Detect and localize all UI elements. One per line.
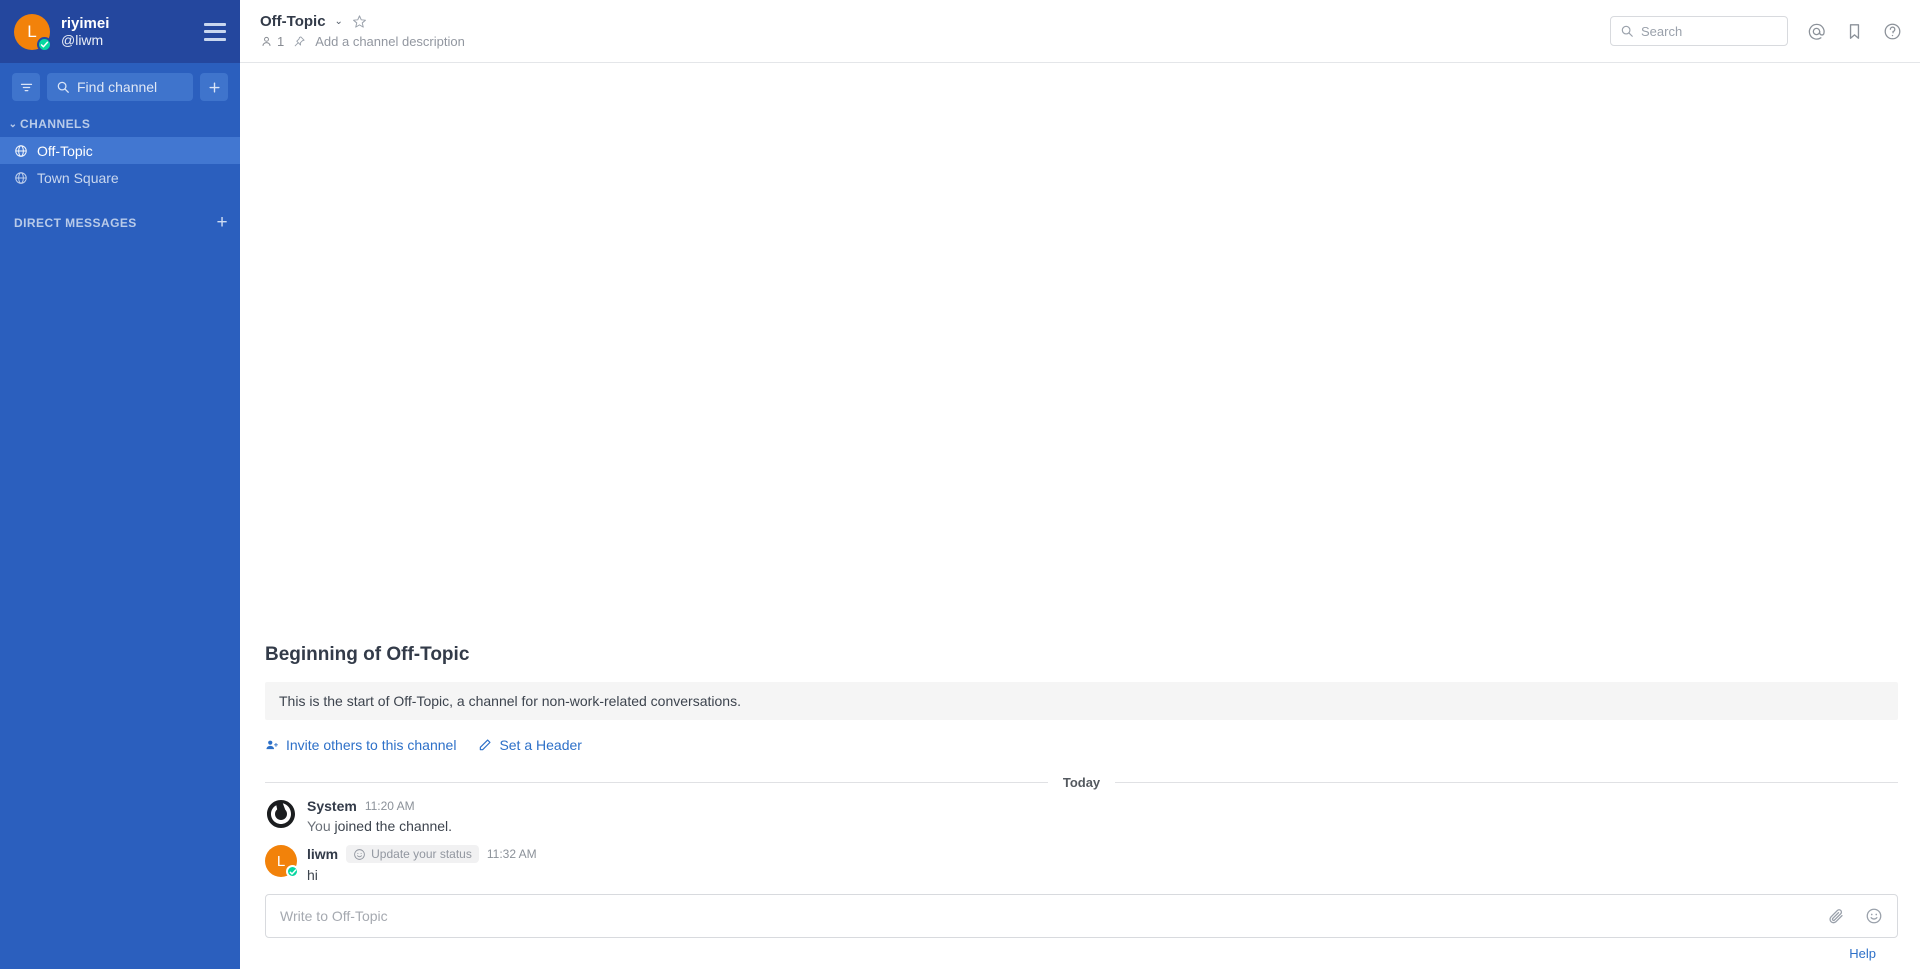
divider-line-left (265, 781, 1048, 783)
team-display-name: riyimei (61, 14, 110, 32)
category-label: CHANNELS (20, 117, 91, 131)
sidebar-tools: Find channel (0, 63, 240, 109)
day-divider-label: Today (1062, 774, 1101, 790)
post-list: Beginning of Off-Topic This is the start… (240, 63, 1920, 888)
channel-description[interactable]: Add a channel description (315, 34, 465, 49)
globe-icon (15, 171, 27, 184)
help-link[interactable]: Help (1849, 946, 1876, 961)
page-title[interactable]: Off-Topic (260, 13, 326, 30)
invite-others-button[interactable]: Invite others to this channel (265, 737, 456, 753)
add-user-icon (266, 740, 278, 749)
team-header[interactable]: L riyimei @liwm (0, 0, 240, 63)
app-root: L riyimei @liwm Find channel ⌄ CHANNELS … (0, 0, 1920, 969)
set-header-label: Set a Header (499, 736, 582, 753)
post-message: hi (307, 867, 318, 884)
search-input[interactable]: Search (1610, 16, 1788, 46)
day-divider: Today (265, 774, 1899, 790)
post-row: System 11:20 AM You joined the channel. (240, 790, 1920, 837)
emoji-smile-icon (354, 848, 365, 860)
member-count-value: 1 (277, 34, 285, 49)
sidebar-item-off-topic[interactable]: Off-Topic (0, 137, 240, 164)
channel-header-left: Off-Topic ⌄ 1 Add a channel description (260, 13, 465, 49)
status-online-icon (286, 865, 299, 879)
footer-row: Help (265, 938, 1898, 969)
post-row: L liwm Update your status 11:32 AM hi (240, 837, 1920, 886)
paperclip-icon[interactable] (1827, 907, 1845, 925)
add-direct-message-icon[interactable]: + (216, 213, 228, 232)
avatar[interactable]: L (265, 845, 299, 879)
channel-header-right: Search (1610, 16, 1902, 46)
message-input[interactable]: Write to Off-Topic (265, 894, 1898, 938)
main-content: Off-Topic ⌄ 1 Add a channel description (240, 0, 1920, 969)
sidebar-item-town-square[interactable]: Town Square (0, 164, 240, 191)
sidebar-item-label: Off-Topic (37, 142, 93, 159)
sidebar: L riyimei @liwm Find channel ⌄ CHANNELS … (0, 0, 240, 969)
post-body: System 11:20 AM You joined the channel. (307, 798, 1898, 837)
find-channel-input[interactable]: Find channel (47, 73, 193, 101)
chevron-down-icon[interactable]: ⌄ (335, 16, 343, 27)
set-header-button[interactable]: Set a Header (478, 737, 582, 753)
post-message-bold: joined the channel. (334, 818, 453, 835)
channel-subheader: 1 Add a channel description (260, 34, 465, 49)
post-meta: liwm Update your status 11:32 AM (307, 845, 1898, 864)
post-timestamp: 11:32 AM (486, 847, 537, 862)
search-placeholder: Search (1641, 23, 1683, 39)
pin-icon[interactable] (293, 35, 306, 48)
post-body: liwm Update your status 11:32 AM hi (307, 845, 1898, 886)
globe-icon (15, 144, 27, 157)
plus-icon[interactable] (200, 73, 228, 101)
divider-line-right (1115, 781, 1899, 783)
mattermost-logo-icon (267, 799, 295, 828)
help-icon[interactable] (1883, 22, 1902, 41)
channel-intro-description: This is the start of Off-Topic, a channe… (265, 681, 1898, 720)
category-header-channels[interactable]: ⌄ CHANNELS (0, 109, 240, 137)
hamburger-menu-icon[interactable] (204, 22, 226, 41)
post-message-prefix: You (307, 818, 335, 835)
filter-icon[interactable] (12, 73, 40, 101)
post-message: You joined the channel. (307, 814, 1898, 837)
emoji-smile-icon[interactable] (1865, 907, 1883, 925)
chevron-down-icon: ⌄ (8, 118, 18, 130)
channel-intro: Beginning of Off-Topic This is the start… (240, 644, 1920, 753)
post-meta: System 11:20 AM (307, 798, 1898, 815)
system-avatar (265, 798, 297, 830)
at-mention-icon[interactable] (1807, 22, 1826, 41)
saved-posts-icon[interactable] (1845, 22, 1864, 41)
find-channel-placeholder: Find channel (77, 79, 158, 95)
post-author[interactable]: System (307, 798, 357, 815)
category-label: DIRECT MESSAGES (14, 215, 137, 230)
message-input-placeholder: Write to Off-Topic (280, 908, 388, 924)
category-header-direct-messages[interactable]: DIRECT MESSAGES + (0, 191, 240, 238)
composer-area: Write to Off-Topic Help (240, 888, 1920, 969)
channel-header: Off-Topic ⌄ 1 Add a channel description (240, 0, 1920, 63)
team-username: @liwm (61, 32, 104, 49)
post-author[interactable]: liwm (307, 846, 338, 863)
composer-icons (1827, 907, 1883, 925)
member-count[interactable]: 1 (260, 34, 284, 49)
search-icon (57, 81, 69, 93)
update-status-button[interactable]: Update your status (346, 845, 479, 864)
sidebar-item-label: Town Square (37, 169, 119, 186)
status-online-icon (37, 36, 52, 52)
channel-title-row: Off-Topic ⌄ (260, 13, 465, 30)
post-timestamp: 11:20 AM (364, 798, 415, 813)
team-name-block: riyimei @liwm (61, 15, 204, 48)
channel-intro-title: Beginning of Off-Topic (265, 643, 470, 665)
search-icon (1621, 25, 1633, 37)
invite-others-label: Invite others to this channel (286, 736, 457, 753)
pencil-icon (480, 739, 491, 750)
star-icon[interactable] (352, 14, 367, 29)
update-status-label: Update your status (371, 847, 472, 862)
channel-intro-actions: Invite others to this channel Set a Head… (265, 720, 1898, 753)
avatar[interactable]: L (14, 13, 52, 52)
member-icon (262, 36, 271, 46)
